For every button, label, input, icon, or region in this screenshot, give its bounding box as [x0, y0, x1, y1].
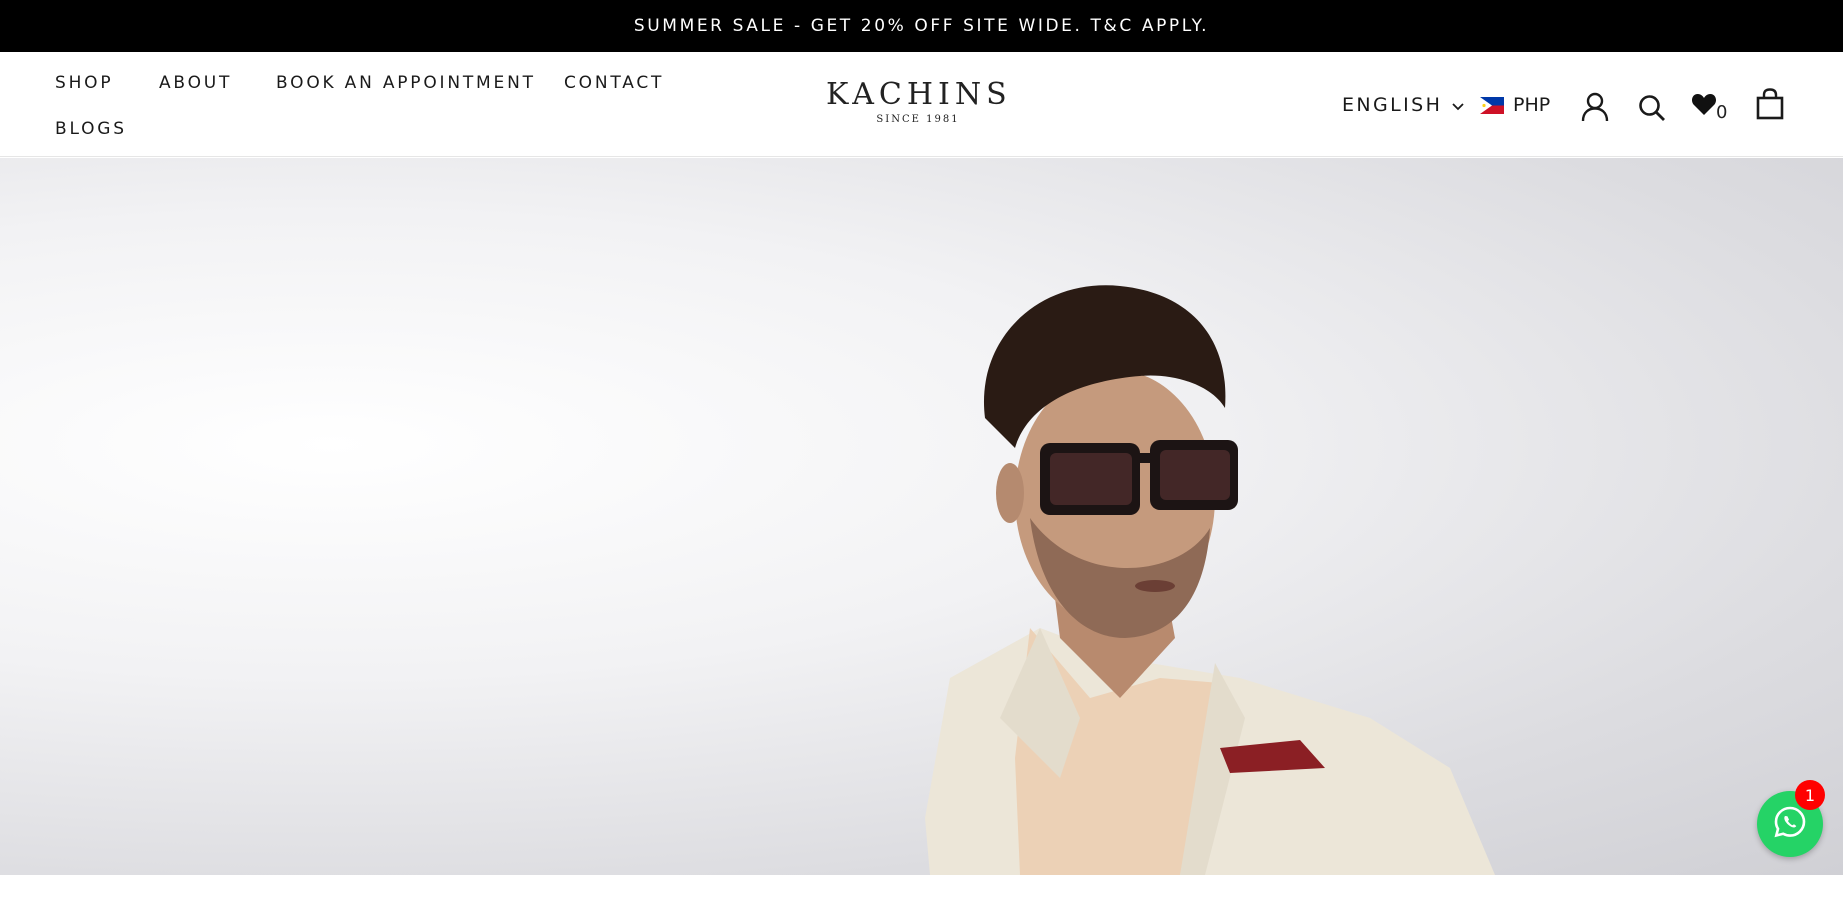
announcement-bar: SUMMER SALE - GET 20% OFF SITE WIDE. T&C… [0, 0, 1843, 52]
whatsapp-icon [1773, 805, 1807, 843]
shopping-bag-icon[interactable] [1756, 88, 1784, 124]
currency-label: PHP [1513, 94, 1551, 116]
language-selector[interactable]: ENGLISH [1342, 94, 1464, 116]
site-header: SHOP ABOUT BOOK AN APPOINTMENT CONTACT B… [0, 52, 1843, 157]
site-logo[interactable]: KACHINS SINCE 1981 [826, 77, 1012, 126]
chevron-down-icon [1452, 94, 1464, 116]
nav-contact[interactable]: CONTACT [564, 73, 664, 93]
wishlist-count: 0 [1716, 102, 1728, 123]
nav-shop[interactable]: SHOP [55, 73, 113, 93]
logo-name: KACHINS [826, 77, 1012, 112]
currency-selector[interactable]: PHP [1480, 94, 1550, 116]
nav-blogs[interactable]: BLOGS [55, 119, 127, 139]
announcement-text: SUMMER SALE - GET 20% OFF SITE WIDE. T&C… [633, 16, 1210, 36]
hero-model-image [925, 285, 1495, 875]
nav-book-appointment[interactable]: BOOK AN APPOINTMENT [276, 73, 536, 93]
user-icon[interactable] [1581, 92, 1609, 126]
heart-icon[interactable] [1691, 92, 1717, 120]
nav-about[interactable]: ABOUT [159, 73, 232, 93]
chat-badge: 1 [1795, 780, 1825, 810]
hero-banner[interactable] [0, 158, 1843, 875]
philippines-flag-icon [1480, 96, 1504, 114]
search-icon[interactable] [1638, 94, 1666, 126]
language-label: ENGLISH [1342, 94, 1443, 116]
logo-tagline: SINCE 1981 [876, 114, 960, 125]
